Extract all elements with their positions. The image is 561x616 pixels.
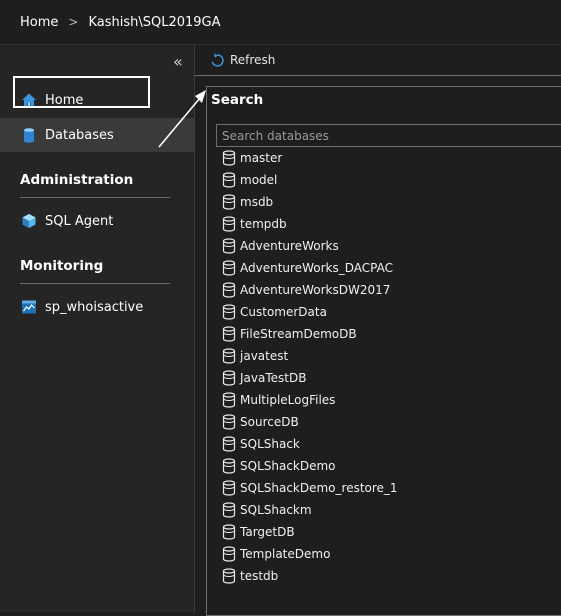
database-name: SQLShackm (240, 503, 312, 517)
database-item[interactable]: master (222, 147, 398, 169)
database-icon (222, 436, 236, 452)
database-icon (222, 568, 236, 584)
refresh-button[interactable]: Refresh (210, 53, 275, 68)
section-title-monitoring: Monitoring (20, 258, 104, 274)
database-name: tempdb (240, 217, 287, 231)
database-item[interactable]: msdb (222, 191, 398, 213)
database-icon (222, 546, 236, 562)
database-icon (222, 304, 236, 320)
database-icon (222, 392, 236, 408)
home-icon (21, 92, 37, 108)
database-item[interactable]: TargetDB (222, 521, 398, 543)
database-name: master (240, 151, 283, 165)
toolbar-divider (195, 75, 561, 76)
refresh-label: Refresh (230, 53, 276, 67)
database-item[interactable]: AdventureWorks (222, 235, 398, 257)
database-name: SQLShackDemo_restore_1 (240, 481, 398, 495)
sidebar-item-sql-agent[interactable]: SQL Agent (0, 204, 194, 238)
database-item[interactable]: model (222, 169, 398, 191)
sidebar-border (194, 45, 195, 612)
database-item[interactable]: AdventureWorksDW2017 (222, 279, 398, 301)
breadcrumb-separator: > (68, 15, 79, 29)
database-name: MultipleLogFiles (240, 393, 336, 407)
database-name: AdventureWorksDW2017 (240, 283, 391, 297)
collapse-sidebar-icon[interactable]: « (173, 54, 183, 70)
database-icon (222, 348, 236, 364)
database-name: FileStreamDemoDB (240, 327, 357, 341)
sidebar-item-label: Home (45, 92, 84, 108)
database-icon (222, 172, 236, 188)
sql-agent-icon (21, 213, 37, 229)
database-name: CustomerData (240, 305, 327, 319)
breadcrumb-home-link[interactable]: Home (20, 15, 58, 30)
sidebar-item-databases[interactable]: Databases (0, 118, 194, 152)
database-item[interactable]: SQLShackDemo (222, 455, 398, 477)
database-name: SourceDB (240, 415, 299, 429)
database-name: model (240, 173, 278, 187)
section-title-administration: Administration (20, 172, 134, 188)
database-name: msdb (240, 195, 274, 209)
database-icon (222, 414, 236, 430)
database-icon (222, 326, 236, 342)
database-icon (222, 150, 236, 166)
database-name: SQLShack (240, 437, 300, 451)
sidebar-item-label: SQL Agent (45, 213, 114, 229)
database-item[interactable]: FileStreamDemoDB (222, 323, 398, 345)
database-icon (222, 216, 236, 232)
database-item[interactable]: TemplateDemo (222, 543, 398, 565)
database-name: TemplateDemo (240, 547, 331, 561)
database-list: master model msdb tempdb AdventureWorks Adven… (222, 147, 398, 587)
database-icon (222, 524, 236, 540)
sidebar-item-sp-whoisactive[interactable]: sp_whoisactive (0, 290, 194, 324)
database-item[interactable]: AdventureWorks_DACPAC (222, 257, 398, 279)
database-item[interactable]: SQLShack (222, 433, 398, 455)
database-name: javatest (240, 349, 289, 363)
database-item[interactable]: JavaTestDB (222, 367, 398, 389)
database-name: AdventureWorks (240, 239, 339, 253)
section-divider (20, 197, 170, 198)
database-name: testdb (240, 569, 279, 583)
database-name: SQLShackDemo (240, 459, 336, 473)
breadcrumb: Home > Kashish\SQL2019GA (0, 0, 561, 44)
database-name: TargetDB (240, 525, 295, 539)
database-icon (222, 238, 236, 254)
database-item[interactable]: javatest (222, 345, 398, 367)
database-icon (222, 480, 236, 496)
section-divider (20, 283, 170, 284)
database-item[interactable]: SQLShackm (222, 499, 398, 521)
database-icon (222, 260, 236, 276)
database-icon (222, 458, 236, 474)
database-item[interactable]: testdb (222, 565, 398, 587)
database-icon (222, 370, 236, 386)
database-item[interactable]: MultipleLogFiles (222, 389, 398, 411)
sidebar-item-home[interactable]: Home (0, 83, 194, 117)
database-name: JavaTestDB (240, 371, 307, 385)
database-name: AdventureWorks_DACPAC (240, 261, 393, 275)
database-icon (222, 194, 236, 210)
refresh-icon (210, 53, 225, 68)
chart-icon (21, 299, 37, 315)
database-icon (21, 127, 37, 143)
database-item[interactable]: SourceDB (222, 411, 398, 433)
sidebar-item-label: sp_whoisactive (45, 299, 144, 315)
sidebar-item-label: Databases (45, 127, 114, 143)
database-item[interactable]: SQLShackDemo_restore_1 (222, 477, 398, 499)
toolbar: Refresh (195, 45, 561, 75)
database-item[interactable]: CustomerData (222, 301, 398, 323)
database-icon (222, 502, 236, 518)
search-title: Search (211, 92, 264, 108)
search-input[interactable] (216, 124, 561, 147)
database-item[interactable]: tempdb (222, 213, 398, 235)
breadcrumb-current[interactable]: Kashish\SQL2019GA (88, 15, 220, 30)
database-icon (222, 282, 236, 298)
